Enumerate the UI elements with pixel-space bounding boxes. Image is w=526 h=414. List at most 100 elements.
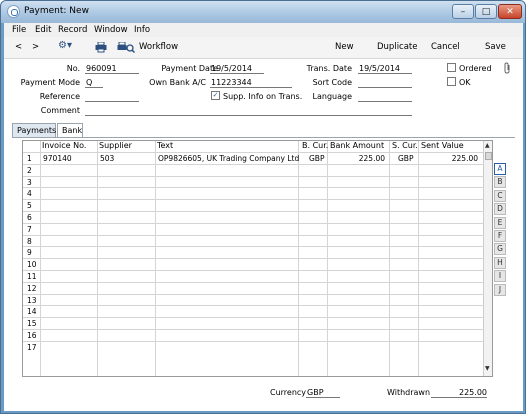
maximize-button[interactable]: □ bbox=[475, 4, 497, 19]
no-label: No. bbox=[66, 64, 80, 73]
col-header-text: Text bbox=[157, 141, 174, 150]
column-set-c[interactable]: C bbox=[494, 189, 506, 202]
no-field[interactable]: 960091 bbox=[85, 64, 139, 74]
row-line bbox=[23, 281, 483, 283]
workflow-button[interactable]: Workflow bbox=[139, 42, 178, 52]
print-icon[interactable] bbox=[95, 42, 107, 53]
row-line bbox=[23, 317, 483, 319]
title-bar: Payment: New – □ ✕ bbox=[1, 1, 525, 23]
toolbar: < > ⚙▾ Workflow New Duplicate Cancel Sav… bbox=[4, 37, 523, 59]
row1-bank-amount[interactable]: 225.00 bbox=[329, 154, 385, 163]
close-button[interactable]: ✕ bbox=[498, 4, 522, 19]
row-number: 6 bbox=[27, 213, 32, 222]
col-header-bank-amount: Bank Amount bbox=[330, 141, 385, 150]
row1-scur[interactable]: GBP bbox=[398, 154, 413, 163]
paperclip-icon[interactable] bbox=[503, 62, 512, 74]
row-line bbox=[23, 222, 483, 224]
column-set-g[interactable]: G bbox=[494, 243, 506, 256]
ordered-label: Ordered bbox=[459, 64, 492, 73]
supp-info-checkbox[interactable]: ✓ bbox=[211, 91, 220, 100]
payment-date-field[interactable]: 19/5/2014 bbox=[210, 64, 264, 74]
row-number: 7 bbox=[27, 224, 32, 234]
own-bank-field[interactable]: 11223344 bbox=[210, 78, 292, 88]
row1-bcur[interactable]: GBP bbox=[309, 154, 324, 163]
menu-edit[interactable]: Edit bbox=[35, 25, 51, 35]
row-line bbox=[23, 329, 483, 330]
own-bank-label: Own Bank A/C bbox=[149, 78, 206, 87]
col-header-invoice: Invoice No. bbox=[42, 141, 87, 150]
sort-code-label: Sort Code bbox=[312, 78, 352, 87]
row-number: 10 bbox=[27, 260, 37, 270]
menu-record[interactable]: Record bbox=[58, 25, 87, 35]
row-number: 14 bbox=[27, 307, 37, 317]
tab-bank[interactable]: Bank bbox=[57, 123, 83, 137]
row-line bbox=[23, 211, 483, 212]
row-line bbox=[23, 340, 483, 342]
col-header-sent-value: Sent Value bbox=[421, 141, 464, 150]
column-set-f[interactable]: F bbox=[494, 230, 506, 242]
comment-field[interactable] bbox=[85, 106, 412, 116]
tab-payments[interactable]: Payments bbox=[12, 123, 56, 137]
app-icon bbox=[7, 5, 20, 18]
row-line bbox=[23, 305, 483, 307]
row-line bbox=[23, 258, 483, 260]
ok-checkbox[interactable] bbox=[447, 77, 456, 86]
row-line bbox=[23, 293, 483, 295]
minimize-button[interactable]: – bbox=[452, 4, 474, 19]
scroll-up-icon[interactable]: ▲ bbox=[485, 142, 490, 149]
row1-text[interactable]: OP9826605, UK Trading Company Ltd bbox=[158, 154, 299, 163]
row-line bbox=[23, 187, 483, 189]
column-set-e[interactable]: E bbox=[494, 216, 506, 229]
row-number: 1 bbox=[27, 154, 32, 163]
trans-date-field[interactable]: 19/5/2014 bbox=[358, 64, 412, 74]
payment-date-label: Payment Date bbox=[161, 64, 218, 73]
ok-label: OK bbox=[459, 78, 471, 87]
currency-field[interactable]: GBP bbox=[306, 388, 340, 398]
row-number: 11 bbox=[27, 272, 37, 281]
scroll-down-icon[interactable]: ▼ bbox=[485, 365, 490, 372]
column-set-j[interactable]: J bbox=[494, 283, 506, 296]
cancel-button[interactable]: Cancel bbox=[431, 42, 460, 52]
row-number: 3 bbox=[27, 177, 32, 187]
sort-code-field[interactable] bbox=[358, 78, 412, 88]
back-icon[interactable]: < bbox=[15, 42, 22, 52]
language-field[interactable] bbox=[358, 92, 412, 102]
payment-mode-field[interactable]: Q bbox=[85, 78, 103, 88]
column-set-a[interactable]: A bbox=[494, 163, 506, 175]
scrollbar-thumb[interactable] bbox=[485, 152, 492, 160]
withdrawn-label: Withdrawn bbox=[387, 388, 431, 397]
row-number: 9 bbox=[27, 248, 32, 258]
column-set-b[interactable]: B bbox=[494, 176, 506, 189]
print-preview-icon[interactable] bbox=[117, 42, 135, 53]
row1-sent-value[interactable]: 225.00 bbox=[420, 154, 478, 163]
row-number: 12 bbox=[27, 283, 37, 293]
forward-icon[interactable]: > bbox=[32, 42, 39, 52]
row-number: 2 bbox=[27, 165, 32, 175]
row-number: 13 bbox=[27, 295, 37, 305]
reference-label: Reference bbox=[39, 92, 80, 101]
new-button[interactable]: New bbox=[335, 42, 354, 52]
menu-window[interactable]: Window bbox=[94, 25, 128, 35]
column-set-i[interactable]: I bbox=[494, 270, 506, 283]
row1-invoice[interactable]: 970140 bbox=[43, 154, 72, 163]
column-set-d[interactable]: D bbox=[494, 203, 506, 216]
menu-file[interactable]: File bbox=[12, 25, 26, 35]
menu-info[interactable]: Info bbox=[134, 25, 150, 35]
gear-icon[interactable]: ⚙▾ bbox=[58, 40, 72, 51]
language-label: Language bbox=[312, 92, 352, 101]
ordered-checkbox[interactable] bbox=[447, 63, 456, 72]
row-line bbox=[23, 199, 483, 201]
row-number: 15 bbox=[27, 319, 37, 329]
menu-bar: File Edit Record Window Info bbox=[4, 23, 523, 37]
supp-info-label: Supp. Info on Trans. bbox=[223, 92, 303, 101]
column-set-h[interactable]: H bbox=[494, 256, 506, 269]
row1-supplier[interactable]: 503 bbox=[100, 154, 114, 163]
trans-date-label: Trans. Date bbox=[306, 64, 352, 73]
col-header-bcur: B. Cur. bbox=[302, 141, 329, 150]
duplicate-button[interactable]: Duplicate bbox=[377, 42, 418, 52]
reference-field[interactable] bbox=[85, 92, 139, 102]
save-button[interactable]: Save bbox=[485, 42, 506, 52]
col-header-scur: S. Cur. bbox=[392, 141, 418, 150]
payments-grid[interactable]: Invoice No. Supplier Text B. Cur. Bank A… bbox=[22, 140, 493, 377]
grid-scrollbar[interactable]: ▲ ▼ bbox=[483, 141, 492, 376]
